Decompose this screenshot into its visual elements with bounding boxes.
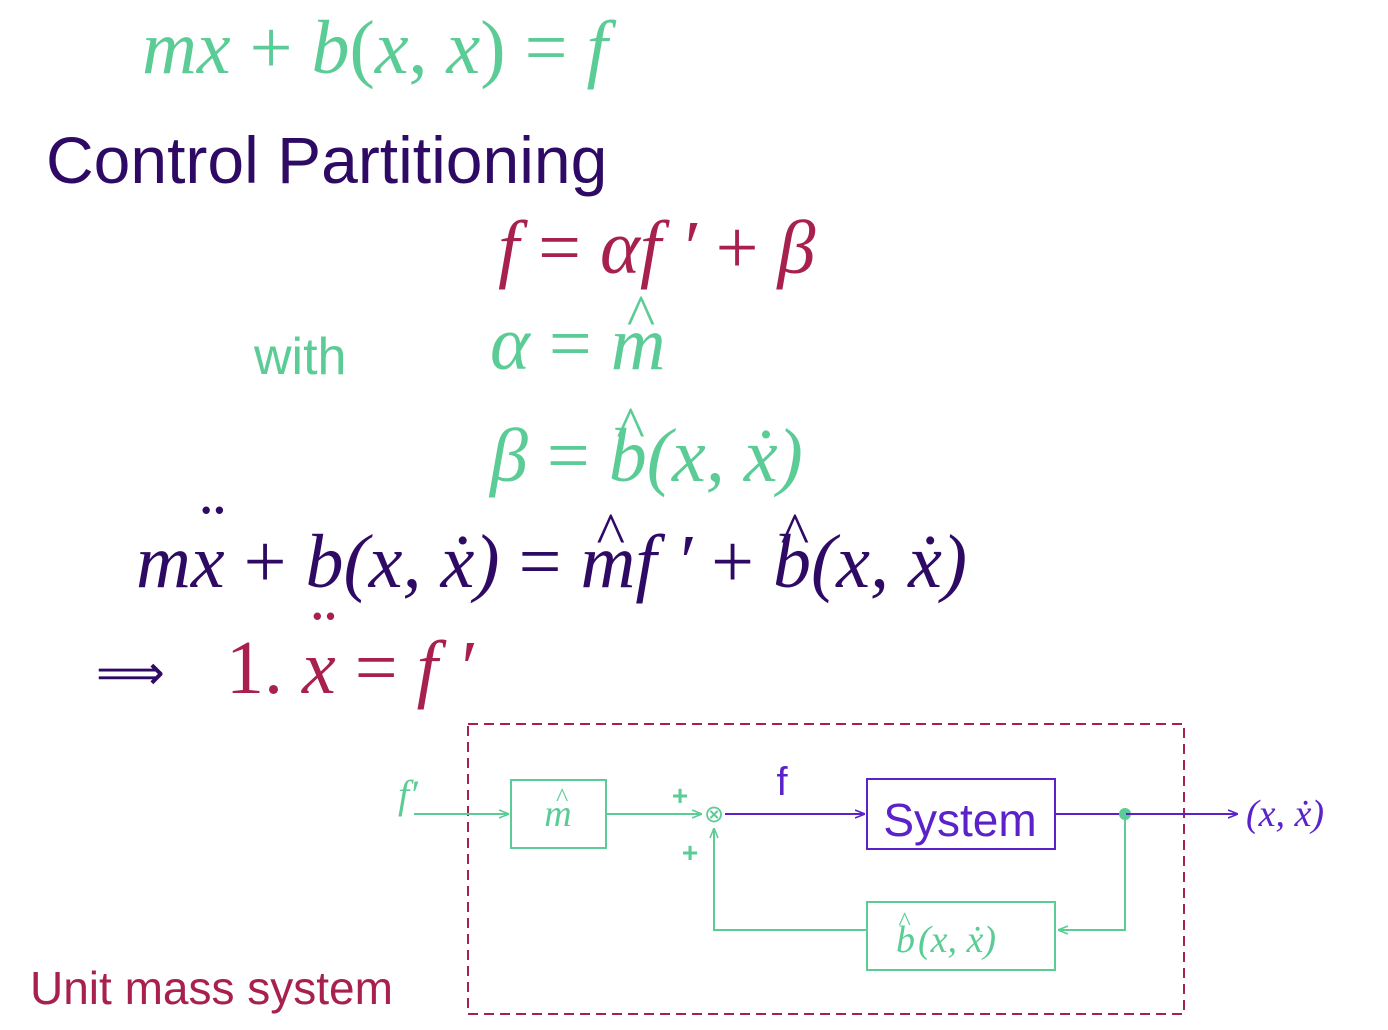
b-hat-block-args: (x, ẋ) bbox=[918, 919, 996, 961]
unit-mass-label: Unit mass system bbox=[30, 962, 393, 1014]
output-label: (x, ẋ) bbox=[1246, 793, 1324, 835]
summing-junction-icon: ⊗ bbox=[704, 802, 724, 828]
sum-plus-bottom: + bbox=[682, 837, 698, 868]
system-block-label: System bbox=[883, 794, 1036, 846]
feedback-to-sum-arrow bbox=[714, 828, 867, 931]
unit-mass-boundary bbox=[467, 723, 1185, 1015]
block-diagram: f′ m ^ + + ⊗ f System (x, ẋ) b ^ (x, ẋ) bbox=[398, 723, 1324, 1015]
sum-plus-top: + bbox=[672, 780, 688, 811]
feedback-down-arrow bbox=[1058, 814, 1126, 930]
input-label-f-prime: f′ bbox=[398, 772, 419, 817]
signal-f-label: f bbox=[776, 760, 788, 804]
